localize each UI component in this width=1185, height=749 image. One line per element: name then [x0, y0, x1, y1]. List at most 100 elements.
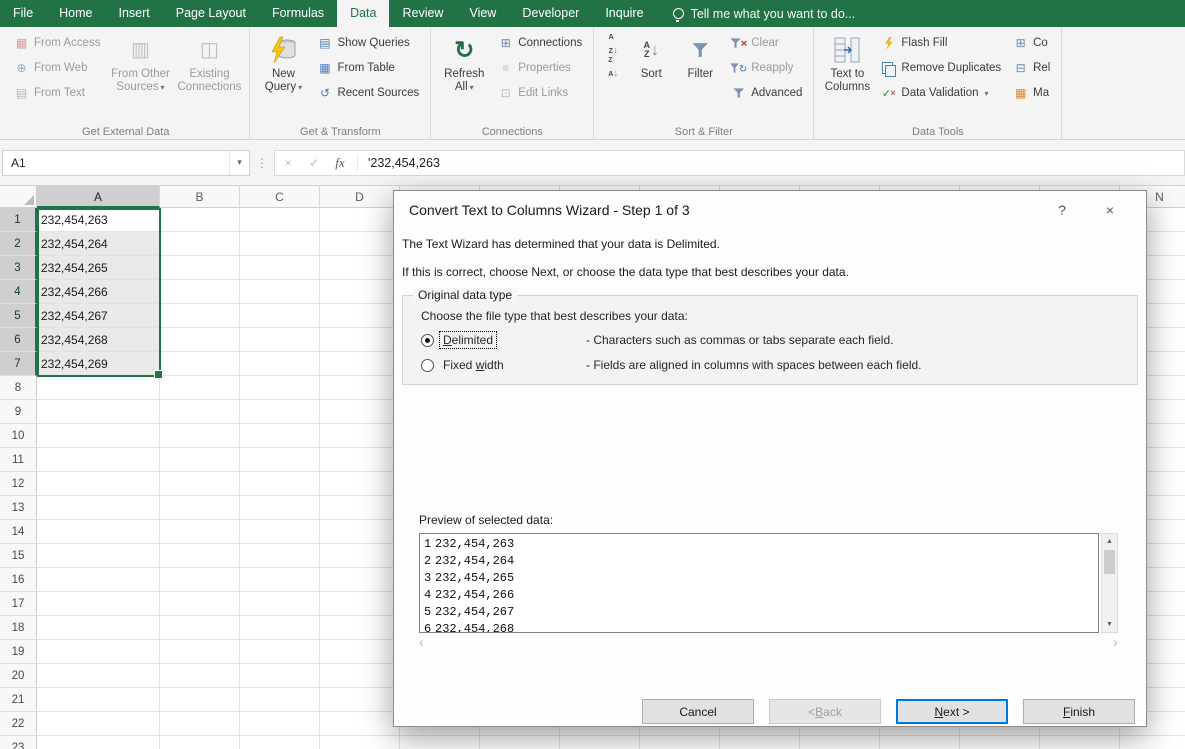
cell-K23[interactable] — [880, 736, 960, 749]
cell-D7[interactable] — [320, 352, 400, 376]
cell-M23[interactable] — [1040, 736, 1120, 749]
manage-data-model-button[interactable]: Ma — [1008, 82, 1054, 104]
scroll-down-icon[interactable] — [1102, 617, 1117, 632]
ribbon-tab-developer[interactable]: Developer — [509, 0, 592, 27]
cell-F23[interactable] — [480, 736, 560, 749]
row-header-18[interactable]: 18 — [0, 616, 37, 640]
new-query-button[interactable]: New Query ▾ — [257, 31, 309, 94]
cell-A1[interactable]: 232,454,263 — [37, 208, 160, 232]
cell-C22[interactable] — [240, 712, 320, 736]
row-header-19[interactable]: 19 — [0, 640, 37, 664]
ribbon-tab-inquire[interactable]: Inquire — [592, 0, 656, 27]
row-header-12[interactable]: 12 — [0, 472, 37, 496]
cell-A12[interactable] — [37, 472, 160, 496]
row-header-10[interactable]: 10 — [0, 424, 37, 448]
consolidate-button[interactable]: Co — [1008, 32, 1054, 54]
cell-B12[interactable] — [160, 472, 240, 496]
column-header-C[interactable]: C — [240, 186, 320, 208]
column-header-A[interactable]: A — [37, 186, 160, 208]
cell-A3[interactable]: 232,454,265 — [37, 256, 160, 280]
cell-B22[interactable] — [160, 712, 240, 736]
recent-sources-button[interactable]: Recent Sources — [312, 82, 423, 104]
properties-button[interactable]: Properties — [493, 57, 586, 79]
cell-C2[interactable] — [240, 232, 320, 256]
row-header-20[interactable]: 20 — [0, 664, 37, 688]
cell-D3[interactable] — [320, 256, 400, 280]
cell-A21[interactable] — [37, 688, 160, 712]
row-header-13[interactable]: 13 — [0, 496, 37, 520]
workbook-connections-button[interactable]: Connections — [493, 32, 586, 54]
cell-D22[interactable] — [320, 712, 400, 736]
cell-C20[interactable] — [240, 664, 320, 688]
row-header-23[interactable]: 23 — [0, 736, 37, 749]
cell-C4[interactable] — [240, 280, 320, 304]
advanced-filter-button[interactable]: Advanced — [726, 82, 806, 104]
cell-N23[interactable] — [1120, 736, 1185, 749]
show-queries-button[interactable]: Show Queries — [312, 32, 423, 54]
cell-B7[interactable] — [160, 352, 240, 376]
cell-A11[interactable] — [37, 448, 160, 472]
cell-C10[interactable] — [240, 424, 320, 448]
cell-A17[interactable] — [37, 592, 160, 616]
cell-B16[interactable] — [160, 568, 240, 592]
cell-A5[interactable]: 232,454,267 — [37, 304, 160, 328]
cell-A16[interactable] — [37, 568, 160, 592]
insert-function-icon[interactable]: fx — [327, 155, 353, 171]
row-header-15[interactable]: 15 — [0, 544, 37, 568]
cell-B11[interactable] — [160, 448, 240, 472]
cell-A18[interactable] — [37, 616, 160, 640]
refresh-all-button[interactable]: Refresh All▾ — [438, 31, 490, 94]
back-button[interactable]: < Back — [769, 699, 881, 724]
ribbon-tab-review[interactable]: Review — [389, 0, 456, 27]
cell-D6[interactable] — [320, 328, 400, 352]
cell-C19[interactable] — [240, 640, 320, 664]
cell-D9[interactable] — [320, 400, 400, 424]
cell-D16[interactable] — [320, 568, 400, 592]
column-header-D[interactable]: D — [320, 186, 400, 208]
cell-B21[interactable] — [160, 688, 240, 712]
cell-D1[interactable] — [320, 208, 400, 232]
cell-C7[interactable] — [240, 352, 320, 376]
cell-D15[interactable] — [320, 544, 400, 568]
cancel-button[interactable]: Cancel — [642, 699, 754, 724]
cell-D11[interactable] — [320, 448, 400, 472]
cell-B3[interactable] — [160, 256, 240, 280]
cell-C14[interactable] — [240, 520, 320, 544]
cell-D12[interactable] — [320, 472, 400, 496]
row-header-17[interactable]: 17 — [0, 592, 37, 616]
cell-D18[interactable] — [320, 616, 400, 640]
cell-C11[interactable] — [240, 448, 320, 472]
cell-B8[interactable] — [160, 376, 240, 400]
scroll-track[interactable] — [1102, 575, 1117, 617]
row-header-21[interactable]: 21 — [0, 688, 37, 712]
row-header-6[interactable]: 6 — [0, 328, 37, 352]
cell-B10[interactable] — [160, 424, 240, 448]
cell-A10[interactable] — [37, 424, 160, 448]
cell-C1[interactable] — [240, 208, 320, 232]
cell-B14[interactable] — [160, 520, 240, 544]
cell-H23[interactable] — [640, 736, 720, 749]
cell-C16[interactable] — [240, 568, 320, 592]
ribbon-tab-file[interactable]: File — [0, 0, 46, 27]
ribbon-tab-insert[interactable]: Insert — [106, 0, 163, 27]
cell-A8[interactable] — [37, 376, 160, 400]
from-table-button[interactable]: From Table — [312, 57, 423, 79]
cell-A6[interactable]: 232,454,268 — [37, 328, 160, 352]
scroll-thumb[interactable] — [1104, 550, 1115, 574]
cell-B20[interactable] — [160, 664, 240, 688]
row-header-14[interactable]: 14 — [0, 520, 37, 544]
ribbon-tab-page-layout[interactable]: Page Layout — [163, 0, 259, 27]
cell-B6[interactable] — [160, 328, 240, 352]
row-header-9[interactable]: 9 — [0, 400, 37, 424]
cell-D17[interactable] — [320, 592, 400, 616]
fixed-width-radio[interactable] — [421, 358, 434, 372]
reapply-button[interactable]: Reapply — [726, 57, 806, 79]
cell-B18[interactable] — [160, 616, 240, 640]
delimited-radio-label[interactable]: Delimited — [438, 331, 498, 349]
from-access-button[interactable]: From Access — [9, 32, 104, 54]
cell-L23[interactable] — [960, 736, 1040, 749]
row-header-2[interactable]: 2 — [0, 232, 37, 256]
next-button[interactable]: Next > — [896, 699, 1008, 724]
row-header-1[interactable]: 1 — [0, 208, 37, 232]
cell-B23[interactable] — [160, 736, 240, 749]
